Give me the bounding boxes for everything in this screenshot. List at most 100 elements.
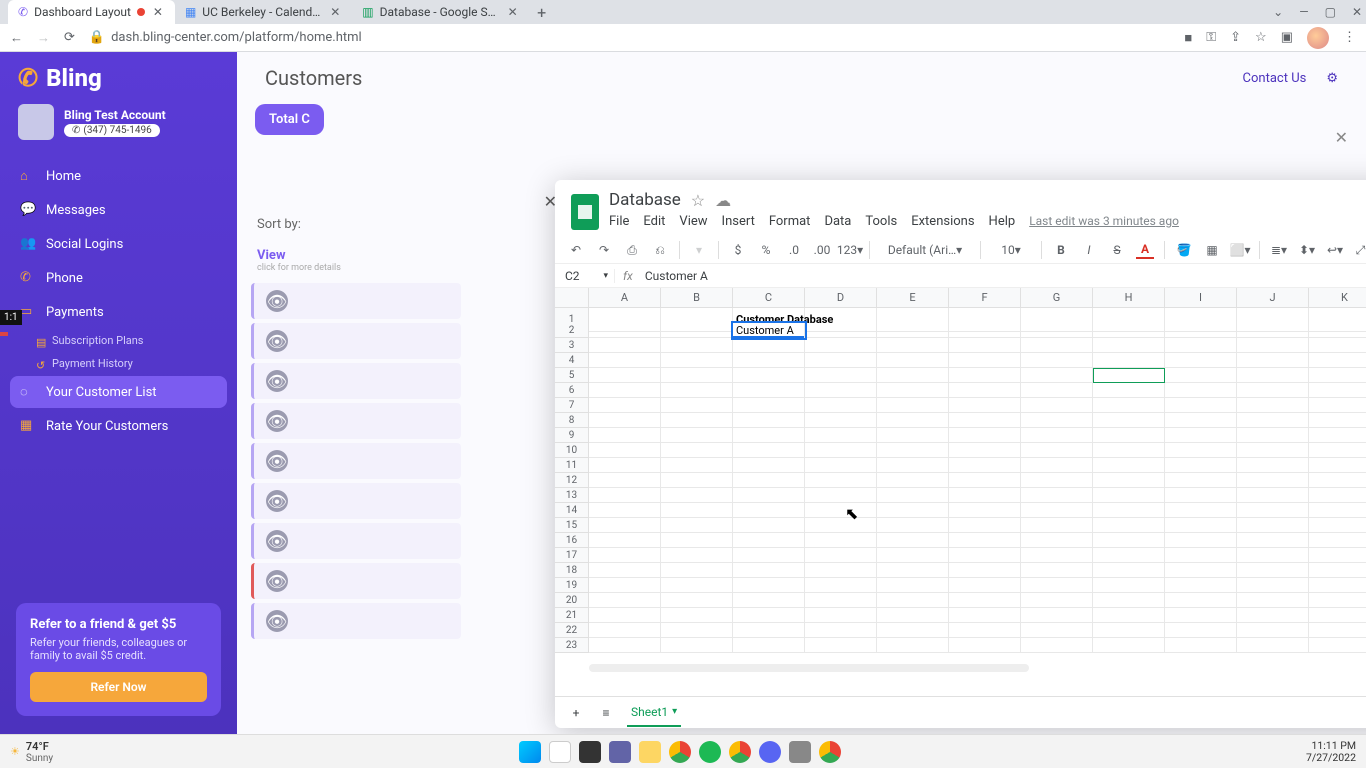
- cell[interactable]: [1021, 608, 1093, 623]
- zoom-dropdown[interactable]: ▾: [690, 241, 708, 259]
- format-123-dropdown[interactable]: 123▾: [841, 241, 859, 259]
- cell[interactable]: [1237, 368, 1309, 383]
- cell[interactable]: [1309, 503, 1366, 518]
- start-icon[interactable]: [519, 741, 541, 763]
- cell[interactable]: [733, 563, 805, 578]
- cell[interactable]: [1309, 458, 1366, 473]
- cell[interactable]: [877, 533, 949, 548]
- cell[interactable]: [1165, 338, 1237, 353]
- row-header[interactable]: 23: [555, 638, 589, 653]
- close-icon[interactable]: ✕: [506, 5, 520, 19]
- cell[interactable]: [1165, 488, 1237, 503]
- cell[interactable]: [1309, 548, 1366, 563]
- italic-icon[interactable]: I: [1080, 241, 1098, 259]
- cell[interactable]: [1093, 398, 1165, 413]
- cell[interactable]: [661, 458, 733, 473]
- cell[interactable]: [949, 383, 1021, 398]
- row-header[interactable]: 13: [555, 488, 589, 503]
- chevron-down-icon[interactable]: ▾: [672, 706, 677, 717]
- cell[interactable]: [1093, 578, 1165, 593]
- row-header[interactable]: 15: [555, 518, 589, 533]
- row-header[interactable]: 11: [555, 458, 589, 473]
- cell[interactable]: [949, 578, 1021, 593]
- cell[interactable]: [949, 428, 1021, 443]
- cell[interactable]: [877, 353, 949, 368]
- cell[interactable]: [1237, 398, 1309, 413]
- cell[interactable]: [1093, 428, 1165, 443]
- cell[interactable]: [1021, 638, 1093, 653]
- cell[interactable]: [1237, 428, 1309, 443]
- cell[interactable]: [661, 353, 733, 368]
- window-close-icon[interactable]: ✕: [1352, 5, 1362, 19]
- cell[interactable]: [805, 533, 877, 548]
- menu-file[interactable]: File: [609, 214, 629, 229]
- cell[interactable]: [805, 563, 877, 578]
- cell[interactable]: [589, 503, 661, 518]
- sidebar-item-payment-history[interactable]: ↺Payment History: [10, 353, 227, 374]
- column-header[interactable]: D: [805, 288, 877, 307]
- cell[interactable]: [805, 338, 877, 353]
- list-item[interactable]: 👁: [251, 323, 461, 359]
- eye-icon[interactable]: 👁: [266, 410, 288, 432]
- cell[interactable]: [1021, 458, 1093, 473]
- row-header[interactable]: 12: [555, 473, 589, 488]
- cell[interactable]: [589, 578, 661, 593]
- close-detail-button[interactable]: ✕: [1335, 128, 1348, 147]
- cell[interactable]: [1237, 563, 1309, 578]
- cell[interactable]: [949, 533, 1021, 548]
- cell[interactable]: [589, 488, 661, 503]
- share-icon[interactable]: ⇪: [1230, 30, 1241, 45]
- dec-decrease-icon[interactable]: .0: [785, 241, 803, 259]
- explorer-icon[interactable]: [639, 741, 661, 763]
- cell[interactable]: [661, 548, 733, 563]
- cell[interactable]: [733, 518, 805, 533]
- cell[interactable]: [661, 533, 733, 548]
- cell[interactable]: [1093, 323, 1165, 338]
- cell[interactable]: [1165, 428, 1237, 443]
- chevron-down-icon[interactable]: ⌄: [1273, 5, 1283, 19]
- cell[interactable]: [1165, 473, 1237, 488]
- minimize-icon[interactable]: —: [1299, 5, 1308, 19]
- cell[interactable]: [1309, 353, 1366, 368]
- cell[interactable]: [661, 563, 733, 578]
- list-item[interactable]: 👁: [251, 283, 461, 319]
- cell[interactable]: [1237, 608, 1309, 623]
- cell[interactable]: [1237, 473, 1309, 488]
- cell[interactable]: [1021, 578, 1093, 593]
- list-item[interactable]: 👁: [251, 563, 461, 599]
- font-size-dropdown[interactable]: 10 ▾: [991, 241, 1031, 259]
- halign-icon[interactable]: ≣▾: [1270, 241, 1288, 259]
- cell[interactable]: [1165, 398, 1237, 413]
- cell[interactable]: [949, 473, 1021, 488]
- cell[interactable]: [1093, 473, 1165, 488]
- cell[interactable]: [1309, 473, 1366, 488]
- cell[interactable]: [949, 518, 1021, 533]
- row-header[interactable]: 14: [555, 503, 589, 518]
- brand-logo[interactable]: ✆ Bling: [0, 52, 237, 104]
- star-icon[interactable]: ☆: [1255, 30, 1267, 45]
- cell[interactable]: [589, 383, 661, 398]
- cell[interactable]: [733, 608, 805, 623]
- cell[interactable]: [877, 428, 949, 443]
- cell[interactable]: [589, 353, 661, 368]
- app-icon[interactable]: [789, 741, 811, 763]
- cell[interactable]: [1165, 608, 1237, 623]
- cell[interactable]: [1309, 533, 1366, 548]
- row-header[interactable]: 7: [555, 398, 589, 413]
- cell[interactable]: [661, 518, 733, 533]
- cell[interactable]: [1093, 368, 1165, 383]
- row-header[interactable]: 16: [555, 533, 589, 548]
- cell[interactable]: [805, 623, 877, 638]
- column-header[interactable]: J: [1237, 288, 1309, 307]
- cell[interactable]: [877, 548, 949, 563]
- cell[interactable]: [877, 368, 949, 383]
- sidebar-item-rate-customers[interactable]: ▦Rate Your Customers: [10, 410, 227, 442]
- cell[interactable]: [733, 383, 805, 398]
- cell[interactable]: [1165, 533, 1237, 548]
- cell[interactable]: [1021, 503, 1093, 518]
- cell[interactable]: [1309, 323, 1366, 338]
- cell[interactable]: [805, 488, 877, 503]
- menu-tools[interactable]: Tools: [865, 214, 897, 229]
- tab-berkeley[interactable]: ▦ UC Berkeley - Calendar - Week o ✕: [175, 0, 352, 24]
- profile-avatar-icon[interactable]: [1307, 27, 1329, 49]
